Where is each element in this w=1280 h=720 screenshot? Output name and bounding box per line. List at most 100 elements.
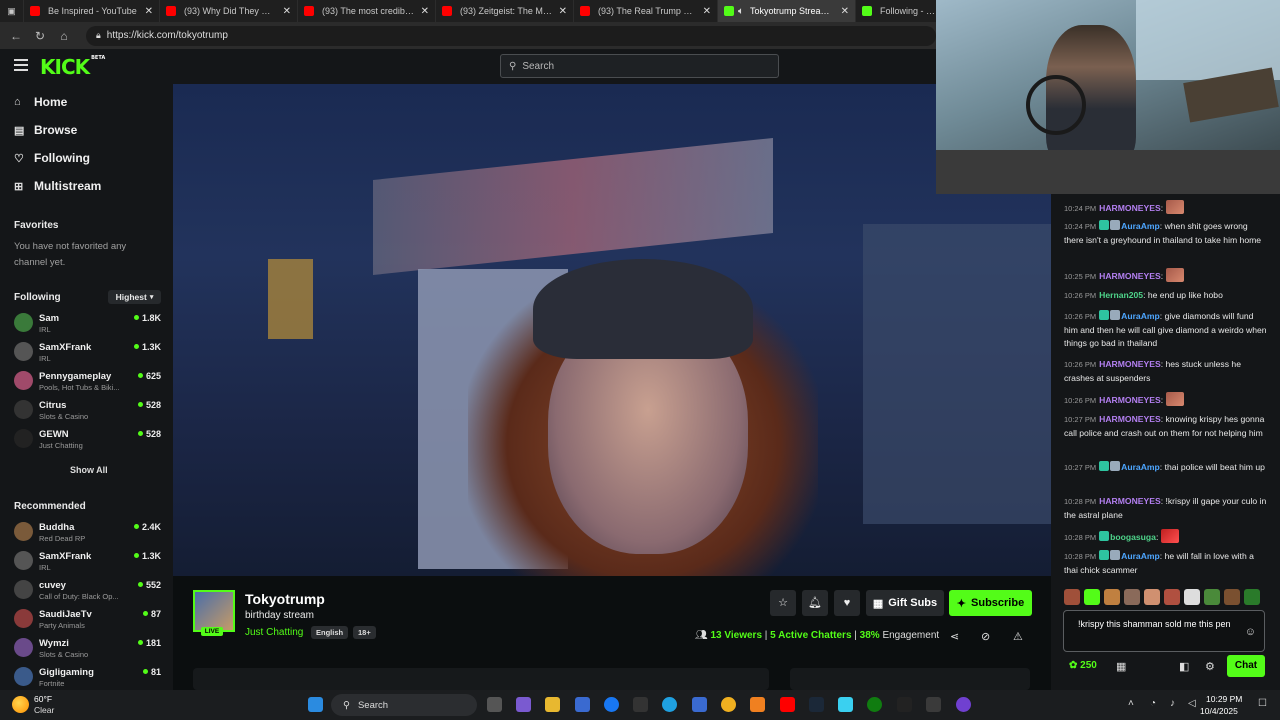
kick-logo[interactable]: KICK BETA (40, 55, 105, 79)
category-link[interactable]: Just Chatting (245, 627, 303, 638)
tab-actions-icon[interactable]: ▣ (0, 0, 24, 22)
report-icon[interactable]: ⚠ (1013, 630, 1023, 643)
start-icon[interactable] (308, 697, 323, 712)
follow-heart-icon[interactable]: ♥ (834, 590, 860, 616)
emote-icon[interactable] (1084, 589, 1100, 605)
browser-tab[interactable]: (93) Why Did They Cut Down✕ (160, 0, 298, 22)
amazon-icon[interactable] (633, 697, 648, 712)
nav-following[interactable]: ♡ Following (14, 151, 90, 165)
emote-icon[interactable] (1184, 589, 1200, 605)
hide-icon[interactable]: ⊘ (981, 630, 990, 643)
following-channel[interactable]: Pennygameplay Pools, Hot Tubs & Biki... 62… (14, 368, 164, 395)
app-icon[interactable] (897, 697, 912, 712)
browser-tab[interactable]: (93) The most credible case✕ (298, 0, 436, 22)
file-explorer-icon[interactable] (545, 697, 560, 712)
close-tab-icon[interactable]: ✕ (145, 6, 153, 17)
browser-tab[interactable]: Be Inspired - YouTube ✕ (24, 0, 160, 22)
close-tab-icon[interactable]: ✕ (421, 6, 429, 17)
chat-username[interactable]: HARMONEYES (1099, 203, 1161, 213)
chat-username[interactable]: Hernan205 (1099, 290, 1143, 300)
obs-icon[interactable] (956, 697, 971, 712)
facebook-icon[interactable] (604, 697, 619, 712)
emote-icon[interactable] (1064, 589, 1080, 605)
recommended-channel[interactable]: SaudiJaeTv Party Animals 87 (14, 606, 164, 633)
calculator-icon[interactable] (692, 697, 707, 712)
nav-home[interactable]: ⌂ Home (14, 95, 67, 109)
chat-username[interactable]: HARMONEYES (1099, 496, 1161, 506)
streamer-avatar[interactable] (193, 590, 235, 632)
edge-icon[interactable] (662, 697, 677, 712)
close-tab-icon[interactable]: ✕ (559, 6, 567, 17)
following-channel[interactable]: Sam IRL 1.8K (14, 310, 164, 337)
speaker-icon[interactable]: ◁ (1188, 698, 1196, 709)
xbox-icon[interactable] (867, 697, 882, 712)
gift-subs-button[interactable]: ▦ Gift Subs (866, 590, 944, 616)
channel-points[interactable]: ✿ 250 (1069, 660, 1097, 671)
gift-icon[interactable]: ▦ (1116, 660, 1126, 673)
chat-username[interactable]: AuraAmp (1121, 311, 1160, 321)
emote-icon[interactable] (1244, 589, 1260, 605)
chat-username[interactable]: HARMONEYES (1099, 414, 1161, 424)
following-channel[interactable]: Citrus Slots & Casino 528 (14, 397, 164, 424)
microphone-icon[interactable]: ♪ (1170, 698, 1175, 709)
browser-tab[interactable]: Following - Live (856, 0, 946, 22)
weather-desc[interactable]: Clear (34, 705, 54, 715)
close-tab-icon[interactable]: ✕ (283, 6, 291, 17)
recommended-channel[interactable]: SamXFrank IRL 1.3K (14, 548, 164, 575)
chat-username[interactable]: AuraAmp (1121, 551, 1160, 561)
bell-icon[interactable]: 🔔︎ (802, 590, 828, 616)
tag-language[interactable]: English (311, 626, 349, 639)
home-icon[interactable]: ⌂ (54, 29, 74, 43)
nav-multistream[interactable]: ⊞ Multistream (14, 179, 101, 193)
chat-username[interactable]: HARMONEYES (1099, 395, 1161, 405)
emote-icon[interactable] (1104, 589, 1120, 605)
chevron-up-icon[interactable]: ˄ (1128, 698, 1134, 709)
store-icon[interactable] (575, 697, 590, 712)
streamer-name[interactable]: Tokyotrump (245, 591, 325, 607)
emote-icon[interactable] (1224, 589, 1240, 605)
browser-tab[interactable]: (93) Zeitgeist: The Movie (2✕ (436, 0, 574, 22)
notifications-icon[interactable]: ☐ (1258, 698, 1267, 709)
recommended-channel[interactable]: cuvey Call of Duty: Black Op... 552 (14, 577, 164, 604)
back-icon[interactable]: ← (6, 29, 26, 43)
chat-input[interactable]: !krispy this shamman sold me this pen ☺ (1063, 610, 1265, 652)
subscribe-button[interactable]: ✦ Subscribe (949, 590, 1032, 616)
clips-icon[interactable]: ◧ (1179, 660, 1189, 673)
emote-icon[interactable] (1144, 589, 1160, 605)
close-tab-icon[interactable]: ✕ (841, 6, 849, 17)
recommended-channel[interactable]: Buddha Red Dead RP 2.4K (14, 519, 164, 546)
youtube-icon[interactable] (780, 697, 795, 712)
app-icon[interactable] (926, 697, 941, 712)
show-all-button[interactable]: Show All (70, 465, 108, 475)
favorite-star-icon[interactable]: ☆ (770, 590, 796, 616)
weather-icon[interactable] (12, 696, 29, 713)
emote-icon[interactable] (1204, 589, 1220, 605)
video-player[interactable] (173, 84, 1051, 576)
steam-icon[interactable] (809, 697, 824, 712)
send-chat-button[interactable]: Chat (1227, 655, 1265, 677)
emoji-picker-icon[interactable]: ☺ (1245, 625, 1256, 639)
recommended-channel[interactable]: Wymzi Slots & Casino 181 (14, 635, 164, 662)
search-input[interactable]: ⚲ Search (500, 54, 779, 78)
task-view-icon[interactable] (487, 697, 502, 712)
chat-username[interactable]: AuraAmp (1121, 221, 1160, 231)
clock-date[interactable]: 10/4/2025 (1200, 706, 1238, 716)
chat-username[interactable]: boogasuga (1110, 532, 1156, 542)
share-icon[interactable]: ⋖ (950, 630, 959, 643)
following-channel[interactable]: SamXFrank IRL 1.3K (14, 339, 164, 366)
chat-username[interactable]: HARMONEYES (1099, 359, 1161, 369)
taskbar-search[interactable]: ⚲ Search (331, 694, 477, 716)
following-channel[interactable]: GEWN Just Chatting 528 (14, 426, 164, 453)
weather-temp[interactable]: 60°F (34, 694, 52, 704)
close-tab-icon[interactable]: ✕ (703, 6, 711, 17)
copilot-icon[interactable] (516, 697, 531, 712)
nav-browse[interactable]: ▤ Browse (14, 123, 77, 137)
chat-username[interactable]: HARMONEYES (1099, 271, 1161, 281)
reload-icon[interactable]: ↻ (30, 29, 50, 43)
chrome-icon[interactable] (721, 697, 736, 712)
emote-icon[interactable] (1124, 589, 1140, 605)
menu-icon[interactable] (14, 59, 28, 71)
sort-dropdown[interactable]: Highest ▾ (108, 290, 161, 304)
settings-gear-icon[interactable]: ⚙ (1205, 660, 1215, 673)
emote-icon[interactable] (1164, 589, 1180, 605)
